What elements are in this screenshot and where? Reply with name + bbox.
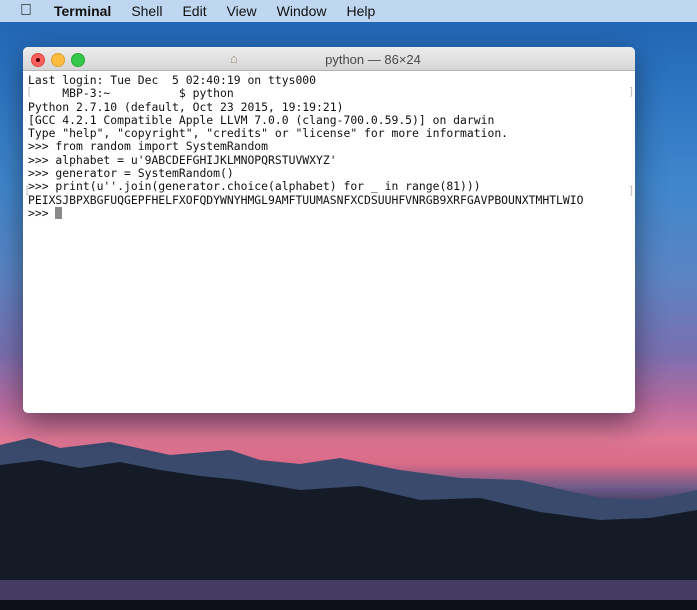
prompt: >>> [28,205,56,220]
terminal-line: >>> generator = SystemRandom() [28,166,234,181]
terminal-line: Type "help", "copyright", "credits" or "… [28,126,509,141]
terminal-line: Python 2.7.10 (default, Oct 23 2015, 19:… [28,99,344,114]
terminal-line: >>> from random import SystemRandom [28,139,269,154]
mark-bracket-icon: ] [628,184,635,197]
terminal-line: [GCC 4.2.1 Compatible Apple LLVM 7.0.0 (… [28,112,495,127]
terminal-line: Last login: Tue Dec 5 02:40:19 on ttys00… [28,73,317,87]
menu-window[interactable]: Window [277,3,327,19]
menu-edit[interactable]: Edit [182,3,206,19]
title-bar[interactable]: ⌂ python — 86×24 [23,47,635,71]
menu-help[interactable]: Help [346,3,375,19]
terminal-line: >>> print(u''.join(generator.choice(alph… [28,179,481,194]
window-title: python — 86×24 [325,52,421,67]
menu-shell[interactable]: Shell [131,3,162,19]
terminal-line: >>> alphabet = u'9ABCDEFGHIJKLMNOPQRSTUV… [28,152,337,167]
terminal-line: MBP-3:~ $ python [28,86,234,101]
menu-terminal[interactable]: Terminal [54,3,111,19]
apple-icon[interactable]:  [20,2,32,20]
text-cursor [55,206,63,219]
terminal-window: ⌂ python — 86×24 [ ] [ ] Last login: Tue… [23,47,635,413]
menu-view[interactable]: View [227,3,257,19]
prompt-line: >>> [28,205,583,220]
terminal-output[interactable]: Last login: Tue Dec 5 02:40:19 on ttys00… [28,73,584,220]
mark-bracket-icon: ] [628,85,635,98]
menu-bar:  Terminal Shell Edit View Window Help [0,0,697,22]
desktop-wallpaper [0,438,697,610]
terminal-line: PEIXSJBPXBGFUQGEPFHELFXOFQDYWNYHMGL9AMFT… [28,192,584,207]
